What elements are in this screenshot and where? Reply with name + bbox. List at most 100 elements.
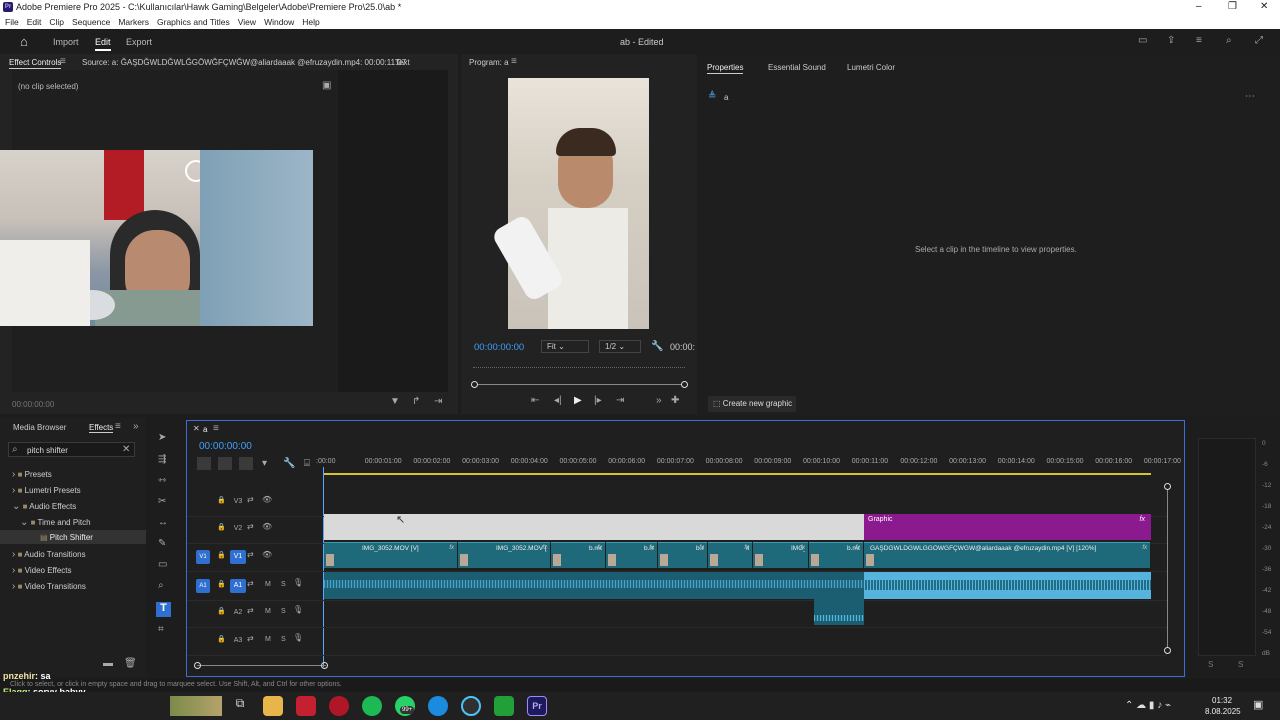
hand-tool-icon[interactable]: ⌕ xyxy=(158,580,164,591)
video-clip[interactable]: b.mo...fx xyxy=(658,542,707,568)
program-ruler[interactable] xyxy=(473,362,685,368)
sync-lock-icon[interactable]: ⇄ xyxy=(247,495,254,504)
wrench-icon[interactable]: 🔧 xyxy=(651,341,663,352)
source-patch[interactable]: A1 xyxy=(196,579,210,593)
effects-search-input[interactable]: pitch shifter xyxy=(27,446,68,455)
captions-tool-icon[interactable]: ⌗ xyxy=(158,624,164,635)
solo-button[interactable]: S xyxy=(281,636,286,643)
snap-icon[interactable] xyxy=(218,457,232,470)
menu-help[interactable]: Help xyxy=(302,17,319,27)
type-tool-icon[interactable]: T xyxy=(156,602,171,617)
solo-button[interactable]: S xyxy=(281,608,286,615)
slip-tool-icon[interactable]: ↔ xyxy=(158,517,168,528)
lock-icon[interactable]: 🔒 xyxy=(217,635,226,643)
menu-markers[interactable]: Markers xyxy=(118,17,149,27)
effects-search[interactable]: ⌕ pitch shifter ✕ xyxy=(8,442,135,457)
video-clip[interactable]: ĞAŞDĞWLDĞWLĞGÖWĞFÇWĞW@aliardaaak @efruza… xyxy=(864,542,1150,568)
lock-icon[interactable]: 🔒 xyxy=(217,523,226,531)
track-select-tool-icon[interactable]: ⇶ xyxy=(158,454,166,465)
export-frame-icon[interactable]: ↱ xyxy=(412,396,420,407)
sync-lock-icon[interactable]: ⇄ xyxy=(247,579,254,588)
mark-out-icon[interactable]: ⇥ xyxy=(616,395,624,406)
menu-graphics[interactable]: Graphics and Titles xyxy=(157,17,230,27)
mark-in-icon[interactable]: ⇤ xyxy=(531,395,539,406)
mute-button[interactable]: M xyxy=(265,608,271,615)
sync-lock-icon[interactable]: ⇄ xyxy=(247,550,254,559)
clear-search-icon[interactable]: ✕ xyxy=(122,444,130,455)
a2-clip[interactable] xyxy=(814,599,864,625)
step-back-icon[interactable]: ◂| xyxy=(554,395,562,406)
maximize-button[interactable]: ❐ xyxy=(1228,1,1237,12)
tab-lumetri-color[interactable]: Lumetri Color xyxy=(847,63,895,72)
effects-menu-icon[interactable]: ≡ xyxy=(115,421,121,432)
search-icon[interactable]: ⌕ xyxy=(1226,35,1232,46)
vscroll-handle[interactable] xyxy=(1164,483,1171,490)
panel-menu-icon[interactable]: ≡ xyxy=(60,56,66,67)
more-options-icon[interactable]: ⋯ xyxy=(1245,91,1255,102)
video-clip[interactable]: IMG_3...fx xyxy=(753,542,808,568)
tab-effects[interactable]: Effects xyxy=(89,423,114,433)
tree-item-audio-transitions[interactable]: › ■ Audio Transitions xyxy=(12,549,86,560)
tree-item-audio-effects[interactable]: ⌄ ■ Audio Effects xyxy=(12,501,76,512)
new-bin-icon[interactable]: ▬ xyxy=(103,658,113,669)
app-icon-circle[interactable] xyxy=(461,696,481,716)
microphone-icon[interactable]: 🎙 xyxy=(293,605,303,614)
home-icon[interactable]: ⌂ xyxy=(20,34,28,49)
share-icon[interactable]: ⇪ xyxy=(1167,35,1175,46)
task-view-icon[interactable]: ⧉ xyxy=(230,696,250,716)
solo-button[interactable]: S xyxy=(281,581,286,588)
mute-button[interactable]: M xyxy=(265,636,271,643)
minimize-button[interactable]: – xyxy=(1196,1,1202,12)
menu-sequence[interactable]: Sequence xyxy=(72,17,110,27)
track-target[interactable]: V1 xyxy=(230,550,246,564)
nest-toggle-icon[interactable] xyxy=(197,457,211,470)
menu-view[interactable]: View xyxy=(238,17,256,27)
sync-lock-icon[interactable]: ⇄ xyxy=(247,606,254,615)
lock-icon[interactable]: 🔒 xyxy=(217,607,226,615)
tab-properties[interactable]: Properties xyxy=(707,63,744,74)
filter-icon[interactable]: ▼ xyxy=(390,396,400,407)
scroll-handle-left[interactable] xyxy=(471,381,478,388)
tab-effect-controls[interactable]: Effect Controls xyxy=(9,58,62,69)
workspace-icon[interactable]: ▭ xyxy=(1138,35,1147,46)
tab-text[interactable]: Text xyxy=(395,58,410,67)
premiere-taskbar-icon[interactable]: Pr xyxy=(527,696,547,716)
tray-icons[interactable]: ⌃ ☁ ▮ ♪ ⌁ xyxy=(1125,700,1171,711)
video-clip[interactable]: b.mov...fx xyxy=(551,542,605,568)
microphone-icon[interactable]: 🎙 xyxy=(293,578,303,587)
eye-icon[interactable]: 👁 xyxy=(262,522,272,531)
pen-tool-icon[interactable]: ✎ xyxy=(158,538,166,549)
solo-right[interactable]: S xyxy=(1238,660,1243,669)
time-ruler[interactable]: :00:00 00:00:01:00 00:00:02:00 00:00:03:00 0… xyxy=(316,453,1181,475)
video-clip[interactable]: b.mov...fx xyxy=(606,542,657,568)
tab-media-browser[interactable]: Media Browser xyxy=(13,423,66,432)
lock-icon[interactable]: 🔒 xyxy=(217,551,226,559)
close-sequence-icon[interactable]: ✕ xyxy=(193,424,200,433)
file-explorer-icon[interactable] xyxy=(263,696,283,716)
toggle-view-icon[interactable]: ▣ xyxy=(322,80,331,91)
a1-clip[interactable] xyxy=(324,572,1151,599)
track-target[interactable]: V3 xyxy=(230,495,246,509)
settings-icon[interactable]: ⇥ xyxy=(434,396,442,407)
zoom-handle-right[interactable] xyxy=(321,662,328,669)
video-clip[interactable]: IM...fx xyxy=(708,542,752,568)
vscroll-handle-bottom[interactable] xyxy=(1164,647,1171,654)
app-icon-green[interactable] xyxy=(494,696,514,716)
menu-window[interactable]: Window xyxy=(264,17,294,27)
spotify-icon[interactable] xyxy=(362,696,382,716)
edge-icon[interactable] xyxy=(428,696,448,716)
resolution-dropdown[interactable]: 1/2 ⌄ xyxy=(599,340,641,353)
video-clip[interactable]: b.mov...fx xyxy=(809,542,863,568)
expand-panels-icon[interactable]: » xyxy=(133,421,139,432)
linked-selection-icon[interactable] xyxy=(239,457,253,470)
video-clip[interactable]: IMG_3052.MOV [V]fx xyxy=(458,542,550,568)
sync-lock-icon[interactable]: ⇄ xyxy=(247,634,254,643)
menu-clip[interactable]: Clip xyxy=(49,17,64,27)
track-target[interactable]: V2 xyxy=(230,522,246,536)
tab-export[interactable]: Export xyxy=(126,37,152,47)
menu-file[interactable]: File xyxy=(5,17,19,27)
step-forward-icon[interactable]: |▸ xyxy=(594,395,602,406)
tab-edit[interactable]: Edit xyxy=(95,37,111,51)
zoom-bar[interactable] xyxy=(197,665,326,666)
close-button[interactable]: ✕ xyxy=(1260,1,1268,12)
